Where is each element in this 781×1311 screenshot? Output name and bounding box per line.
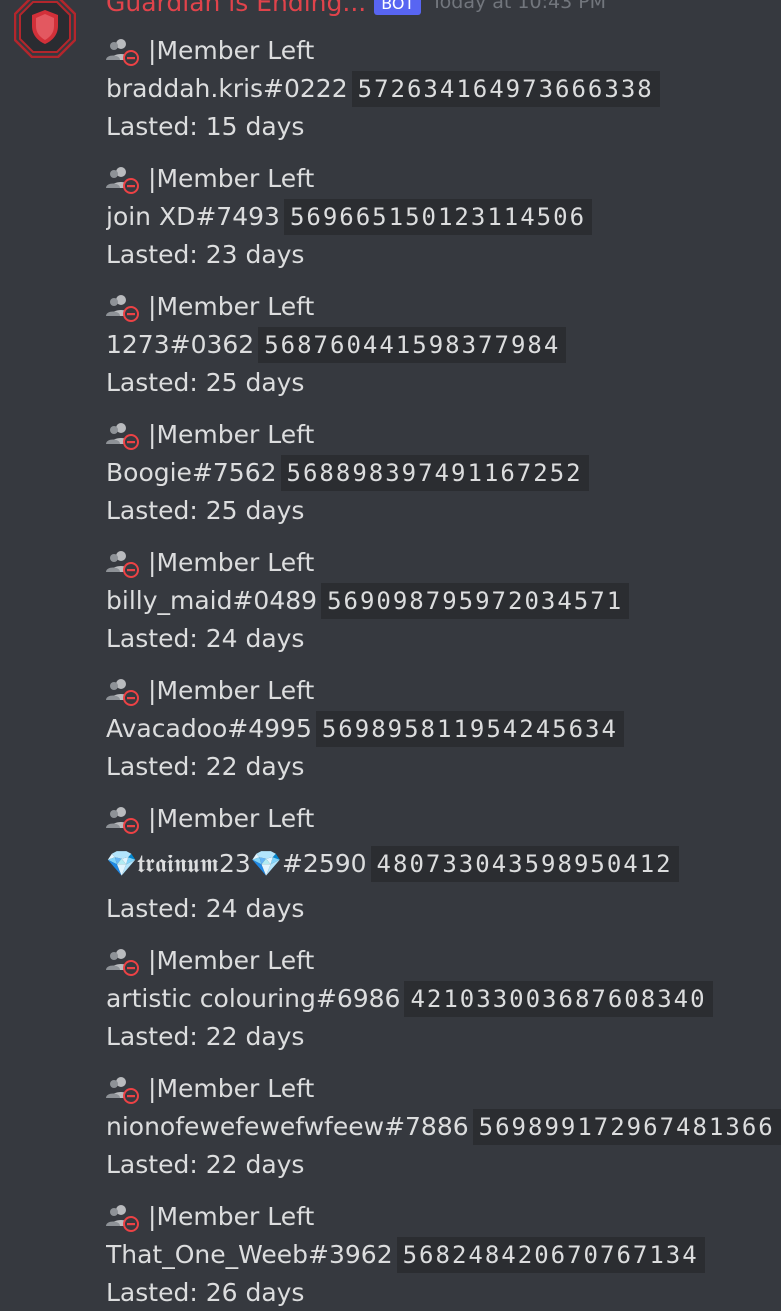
lasted-duration: Lasted: 23 days [106, 240, 305, 269]
member-leave-icon [106, 949, 139, 976]
lasted-duration: Lasted: 22 days [106, 752, 305, 781]
user-id: 569098795972034571 [321, 583, 630, 619]
member-left-entry: | Member Left 1273#0362 5687604415983779… [106, 288, 781, 402]
lasted-duration: Lasted: 22 days [106, 1150, 305, 1179]
member-left-entry: | Member Left Avacadoo#4995 569895811954… [106, 672, 781, 786]
user-id: 572634164973666338 [351, 71, 660, 107]
user-id: 569899172967481366 [472, 1109, 781, 1145]
member-leave-icon [106, 807, 139, 834]
message-header: Guardian is Ending... BOT Today at 10:43… [106, 0, 606, 18]
author-name[interactable]: Guardian is Ending... [106, 0, 366, 17]
entry-title: Member Left [156, 548, 315, 577]
member-left-entry: | Member Left braddah.kris#0222 57263416… [106, 32, 781, 146]
member-left-entry: | Member Left artistic colouring#6986 42… [106, 942, 781, 1056]
member-leave-icon [106, 39, 139, 66]
member-left-entry: | Member Left That_One_Weeb#3962 5682484… [106, 1198, 781, 1311]
shield-icon [13, 0, 77, 59]
member-leave-icon [106, 679, 139, 706]
user-tag: Boogie#7562 [106, 458, 277, 487]
member-left-entry: | Member Left billy_maid#0489 5690987959… [106, 544, 781, 658]
entry-title: Member Left [156, 164, 315, 193]
entry-title: Member Left [156, 420, 315, 449]
member-leave-icon [106, 1077, 139, 1104]
entry-title: Member Left [156, 292, 315, 321]
message-content: | Member Left braddah.kris#0222 57263416… [106, 32, 781, 1311]
member-left-entry: | Member Left 💎𝖙𝖗𝖆𝖎𝖓𝖚𝖒23💎#2590 480733043… [106, 800, 781, 928]
member-leave-icon [106, 551, 139, 578]
user-id: 568760441598377984 [258, 327, 567, 363]
user-tag: billy_maid#0489 [106, 586, 318, 615]
user-tag: join XD#7493 [106, 202, 280, 231]
entry-title: Member Left [156, 804, 315, 833]
member-leave-icon [106, 423, 139, 450]
entry-title: Member Left [156, 1074, 315, 1103]
member-left-entry: | Member Left nionofewefewefwfeew#7886 5… [106, 1070, 781, 1184]
message-timestamp: Today at 10:43 PM [431, 0, 607, 13]
lasted-duration: Lasted: 26 days [106, 1278, 305, 1307]
user-id: 568248420670767134 [396, 1237, 705, 1273]
lasted-duration: Lasted: 25 days [106, 368, 305, 397]
bot-avatar[interactable] [13, 0, 77, 59]
entry-title: Member Left [156, 1202, 315, 1231]
user-tag: 1273#0362 [106, 330, 255, 359]
user-id: 569665150123114506 [283, 199, 593, 235]
user-tag: That_One_Weeb#3962 [106, 1240, 393, 1269]
user-id: 421033003687608340 [404, 981, 713, 1017]
entry-title: Member Left [156, 676, 315, 705]
bot-badge: BOT [374, 0, 422, 15]
user-id: 568898397491167252 [280, 455, 589, 491]
user-tag: Avacadoo#4995 [106, 714, 312, 743]
entry-title: Member Left [156, 36, 315, 65]
member-leave-icon [106, 295, 139, 322]
entry-title: Member Left [156, 946, 315, 975]
member-left-entry: | Member Left Boogie#7562 56889839749116… [106, 416, 781, 530]
user-id: 569895811954245634 [315, 711, 624, 747]
member-left-entry: | Member Left join XD#7493 5696651501231… [106, 160, 781, 274]
lasted-duration: Lasted: 24 days [106, 894, 305, 923]
user-tag: artistic colouring#6986 [106, 984, 401, 1013]
user-tag: nionofewefewefwfeew#7886 [106, 1112, 469, 1141]
lasted-duration: Lasted: 24 days [106, 624, 305, 653]
member-leave-icon [106, 1205, 139, 1232]
lasted-duration: Lasted: 22 days [106, 1022, 305, 1051]
lasted-duration: Lasted: 15 days [106, 112, 305, 141]
member-leave-icon [106, 167, 139, 194]
user-tag: braddah.kris#0222 [106, 74, 348, 103]
lasted-duration: Lasted: 25 days [106, 496, 305, 525]
user-id: 480733043598950412 [370, 846, 679, 882]
user-tag: 💎𝖙𝖗𝖆𝖎𝖓𝖚𝖒23💎#2590 [106, 849, 367, 878]
